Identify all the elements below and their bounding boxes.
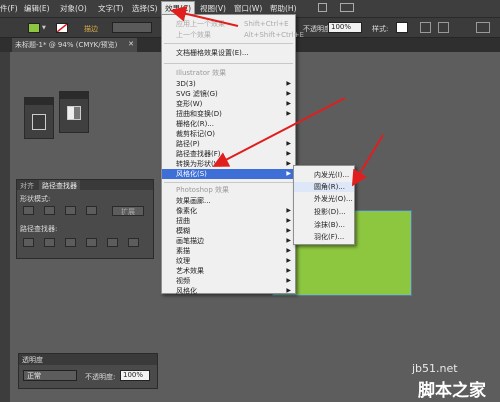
arrow-to-round-corners <box>351 134 384 187</box>
annotation-arrows <box>170 5 384 187</box>
watermark-site: jb51.net <box>412 362 458 375</box>
watermark-brand: 脚本之家 <box>418 381 486 401</box>
arrow-to-effect-menu <box>170 5 239 27</box>
arrow-to-stylize <box>212 97 346 167</box>
